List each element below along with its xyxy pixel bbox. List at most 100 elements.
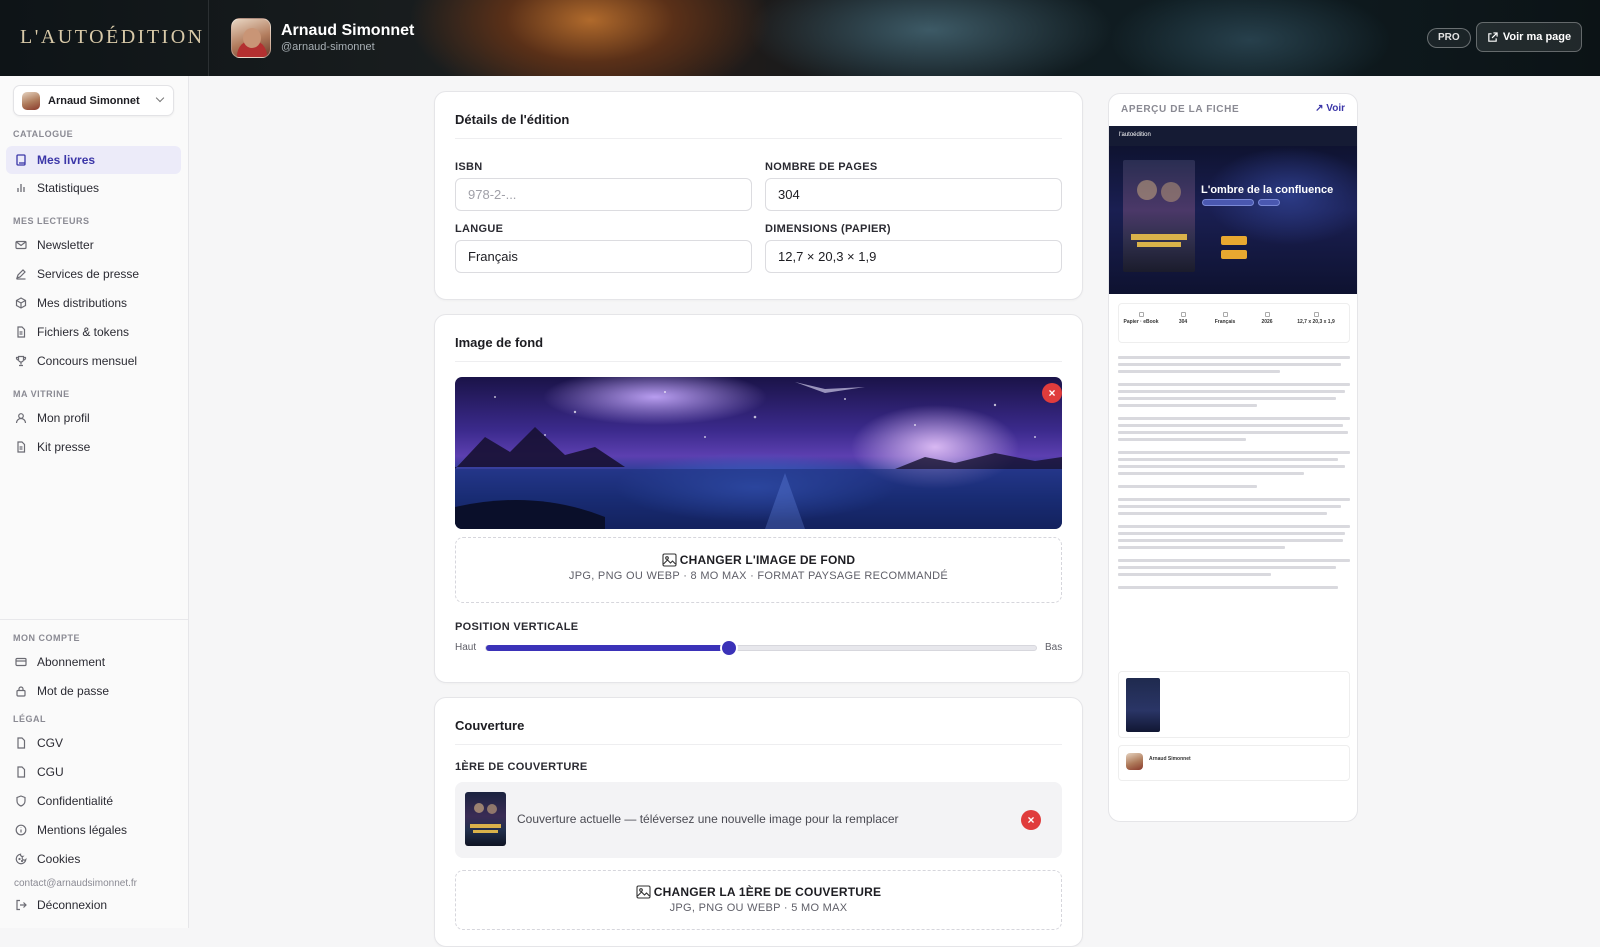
preview-stat-dimensions: 12,7 x 20,3 x 1,9: [1291, 312, 1341, 325]
sidebar-item-label: Mon profil: [37, 411, 90, 425]
preview-text-line: [1118, 566, 1337, 569]
isbn-input[interactable]: 978-2-...: [455, 178, 752, 211]
sidebar-item-label: Mot de passe: [37, 684, 110, 698]
sidebar-item-cgu[interactable]: CGU: [6, 758, 181, 786]
change-cover-dropzone[interactable]: CHANGER LA 1ÈRE DE COUVERTURE JPG, PNG O…: [455, 870, 1062, 930]
slider-top-label: Haut: [455, 642, 477, 653]
section-readers: MES LECTEURS: [13, 216, 90, 226]
header-divider: [208, 0, 209, 76]
preview-hero[interactable]: l'autoédition L'ombre de la confluence: [1109, 126, 1357, 294]
preview-author-box: Arnaud Simonnet: [1118, 745, 1350, 781]
card-title: Détails de l'édition: [455, 112, 570, 127]
vertical-position-label: POSITION VERTICALE: [455, 621, 579, 633]
sidebar-item-distributions[interactable]: Mes distributions: [6, 289, 181, 317]
preview-back-cover-box: [1118, 671, 1350, 738]
sidebar-item-label: Newsletter: [37, 238, 94, 252]
sidebar-item-press[interactable]: Services de presse: [6, 260, 181, 288]
header-user-handle: @arnaud-simonnet: [281, 41, 375, 53]
background-image-card: Image de fond × CHANGER L'IMAGE DE FOND: [434, 314, 1083, 683]
isbn-label: ISBN: [455, 161, 483, 173]
sidebar-item-presskit[interactable]: Kit presse: [6, 433, 181, 461]
change-background-dropzone[interactable]: CHANGER L'IMAGE DE FOND JPG, PNG OU WEBP…: [455, 537, 1062, 603]
info-icon: [15, 824, 27, 836]
sidebar-item-stats[interactable]: Statistiques: [6, 174, 181, 202]
account-switcher[interactable]: Arnaud Simonnet: [13, 85, 174, 116]
preview-text-line: [1118, 438, 1246, 441]
shield-icon: [15, 795, 27, 807]
card-title: Image de fond: [455, 335, 544, 350]
sidebar-item-subscription[interactable]: Abonnement: [6, 648, 181, 676]
sidebar-item-newsletter[interactable]: Newsletter: [6, 231, 181, 259]
preview-text-line: [1118, 580, 1350, 582]
preview-text-line: [1118, 586, 1339, 589]
preview-synopsis: [1118, 356, 1350, 593]
preview-text-line: [1118, 553, 1350, 555]
preview-text-line: [1118, 519, 1350, 521]
pages-input[interactable]: 304: [765, 178, 1062, 211]
document-icon: [15, 441, 27, 453]
book-icon: [15, 154, 27, 166]
change-cover-hint: JPG, PNG OU WEBP · 5 MO MAX: [669, 902, 848, 914]
vertical-position-slider[interactable]: [485, 641, 1037, 655]
pencil-icon: ↗: [1315, 103, 1324, 114]
dimensions-input[interactable]: 12,7 × 20,3 × 1,9: [765, 240, 1062, 273]
mail-icon: [15, 239, 27, 251]
preview-text-line: [1118, 573, 1272, 576]
sidebar-item-cgv[interactable]: CGV: [6, 729, 181, 757]
preview-ebook-button: [1221, 250, 1247, 259]
view-my-page-label: Voir ma page: [1502, 31, 1572, 43]
brand-logo[interactable]: L'AUTOÉDITION: [20, 26, 205, 49]
preview-view-link[interactable]: ↗ Voir: [1315, 103, 1345, 114]
preview-text-line: [1118, 505, 1341, 508]
remove-cover-button[interactable]: ×: [1021, 810, 1041, 830]
main-content: Détails de l'édition ISBN 978-2-... NOMB…: [189, 76, 1600, 947]
slider-handle[interactable]: [721, 641, 736, 655]
preview-series-pill: [1202, 199, 1254, 206]
preview-stat-format: Papier · eBook: [1123, 312, 1159, 325]
change-cover-label: CHANGER LA 1ÈRE DE COUVERTURE: [653, 885, 882, 899]
document-icon: [15, 737, 27, 749]
sidebar-item-password[interactable]: Mot de passe: [6, 677, 181, 705]
sidebar-item-profile[interactable]: Mon profil: [6, 404, 181, 432]
preview-text-line: [1118, 532, 1346, 535]
logout-label: Déconnexion: [37, 898, 108, 912]
sidebar-item-cookies[interactable]: Cookies: [6, 845, 181, 873]
cover-thumbnail: [465, 792, 506, 846]
language-input[interactable]: Français: [455, 240, 752, 273]
preview-author-name: Arnaud Simonnet: [1149, 756, 1191, 762]
sidebar-item-books[interactable]: Mes livres: [6, 146, 181, 174]
preview-text-line: [1118, 424, 1344, 427]
package-icon: [15, 297, 27, 309]
current-cover-text: Couverture actuelle — téléversez une nou…: [517, 812, 899, 826]
logout-button[interactable]: Déconnexion: [6, 891, 181, 919]
preview-author-avatar: [1126, 753, 1143, 770]
logout-icon: [15, 899, 27, 911]
sidebar-item-label: CGU: [37, 765, 64, 779]
preview-text-line: [1118, 479, 1350, 481]
top-header: L'AUTOÉDITION Arnaud Simonnet @arnaud-si…: [0, 0, 1600, 76]
sidebar-item-privacy[interactable]: Confidentialité: [6, 787, 181, 815]
sidebar-item-label: Mes distributions: [37, 296, 128, 310]
preview-stats: Papier · eBook 304 Français 2026 12,7 x …: [1118, 303, 1350, 343]
view-my-page-button[interactable]: Voir ma page: [1476, 22, 1582, 52]
account-email: contact@arnaudsimonnet.fr: [14, 878, 137, 889]
account-avatar: [22, 91, 40, 110]
sidebar-item-legal-notice[interactable]: Mentions légales: [6, 816, 181, 844]
bar-chart-icon: [15, 182, 27, 194]
cookie-icon: [15, 853, 27, 865]
sidebar-divider: [0, 619, 188, 620]
preview-tome-pill: [1258, 199, 1280, 206]
preview-back-cover-thumb: [1126, 678, 1160, 732]
preview-text-line: [1118, 525, 1350, 528]
sidebar-item-files[interactable]: Fichiers & tokens: [6, 318, 181, 346]
preview-stat-language: Français: [1207, 312, 1243, 325]
preview-text-line: [1118, 431, 1348, 434]
preview-site-bar: l'autoédition: [1109, 126, 1357, 146]
remove-background-button[interactable]: ×: [1042, 383, 1062, 403]
preview-book-cover: [1123, 160, 1195, 272]
preview-text-line: [1118, 539, 1344, 542]
sidebar-item-contest[interactable]: Concours mensuel: [6, 347, 181, 375]
preview-stat-pages: 304: [1165, 312, 1201, 325]
section-catalogue: CATALOGUE: [13, 129, 74, 139]
trophy-icon: [15, 355, 27, 367]
